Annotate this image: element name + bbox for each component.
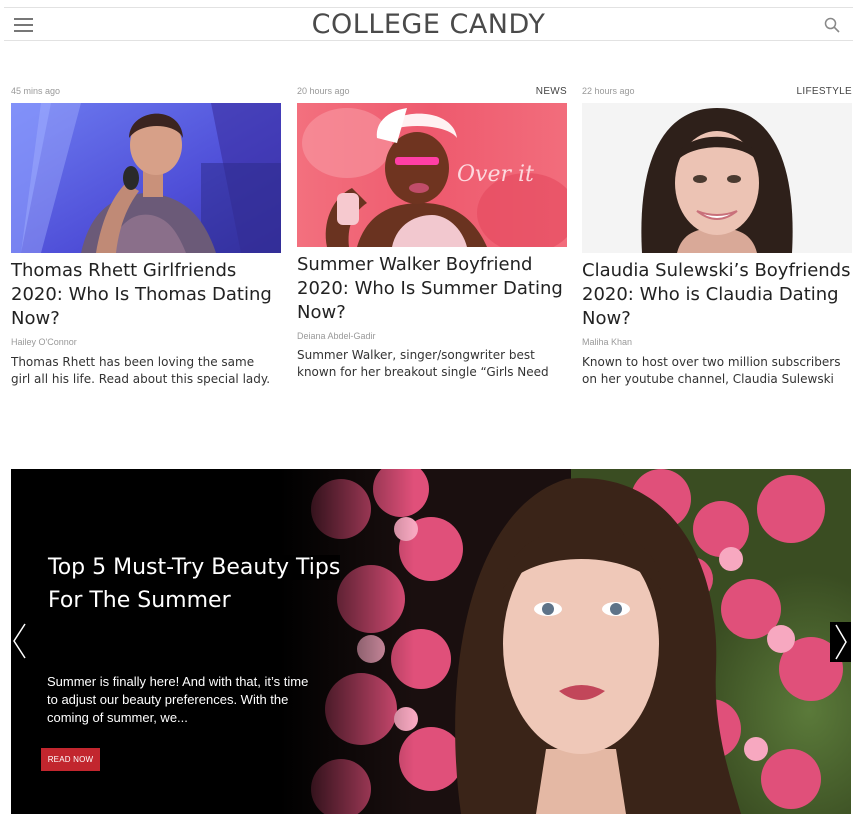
article-time: 20 hours ago [297, 86, 350, 96]
chevron-left-icon[interactable] [11, 622, 29, 660]
article-time: 45 mins ago [11, 86, 61, 96]
article-author[interactable]: Hailey O'Connor [11, 337, 77, 347]
chevron-right-icon[interactable] [830, 622, 851, 662]
hero-title[interactable]: Top 5 Must-Try Beauty Tips For The Summe… [48, 551, 378, 617]
hero-image [11, 469, 851, 814]
hero-excerpt: Summer is finally here! And with that, i… [47, 674, 309, 725]
article-thumbnail[interactable] [11, 103, 281, 253]
article-thumbnail[interactable]: Over it [297, 103, 567, 247]
article-title[interactable]: Summer Walker Boyfriend 2020: Who Is Sum… [297, 253, 567, 325]
article-author[interactable]: Maliha Khan [582, 337, 632, 347]
article-title[interactable]: Claudia Sulewski’s Boyfriends 2020: Who … [582, 259, 852, 331]
site-header: COLLEGE CANDY [4, 7, 853, 41]
article-time: 22 hours ago [582, 86, 635, 96]
article-excerpt: Thomas Rhett has been loving the same gi… [11, 355, 271, 386]
article-title[interactable]: Thomas Rhett Girlfriends 2020: Who Is Th… [11, 259, 281, 331]
article-excerpt: Known to host over two million subscribe… [582, 355, 841, 386]
article-category[interactable]: LIFESTYLE [797, 86, 853, 97]
article-thumbnail[interactable] [582, 103, 852, 253]
site-logo[interactable]: COLLEGE CANDY [4, 10, 853, 40]
search-icon[interactable] [824, 17, 840, 33]
featured-slider: Top 5 Must-Try Beauty Tips For The Summe… [11, 469, 851, 814]
read-now-button[interactable]: READ NOW [41, 748, 100, 771]
article-excerpt: Summer Walker, singer/songwriter best kn… [297, 348, 549, 379]
svg-text:Over it: Over it [457, 162, 534, 187]
article-author[interactable]: Deiana Abdel-Gadir [297, 331, 376, 341]
article-category[interactable]: NEWS [536, 86, 567, 97]
